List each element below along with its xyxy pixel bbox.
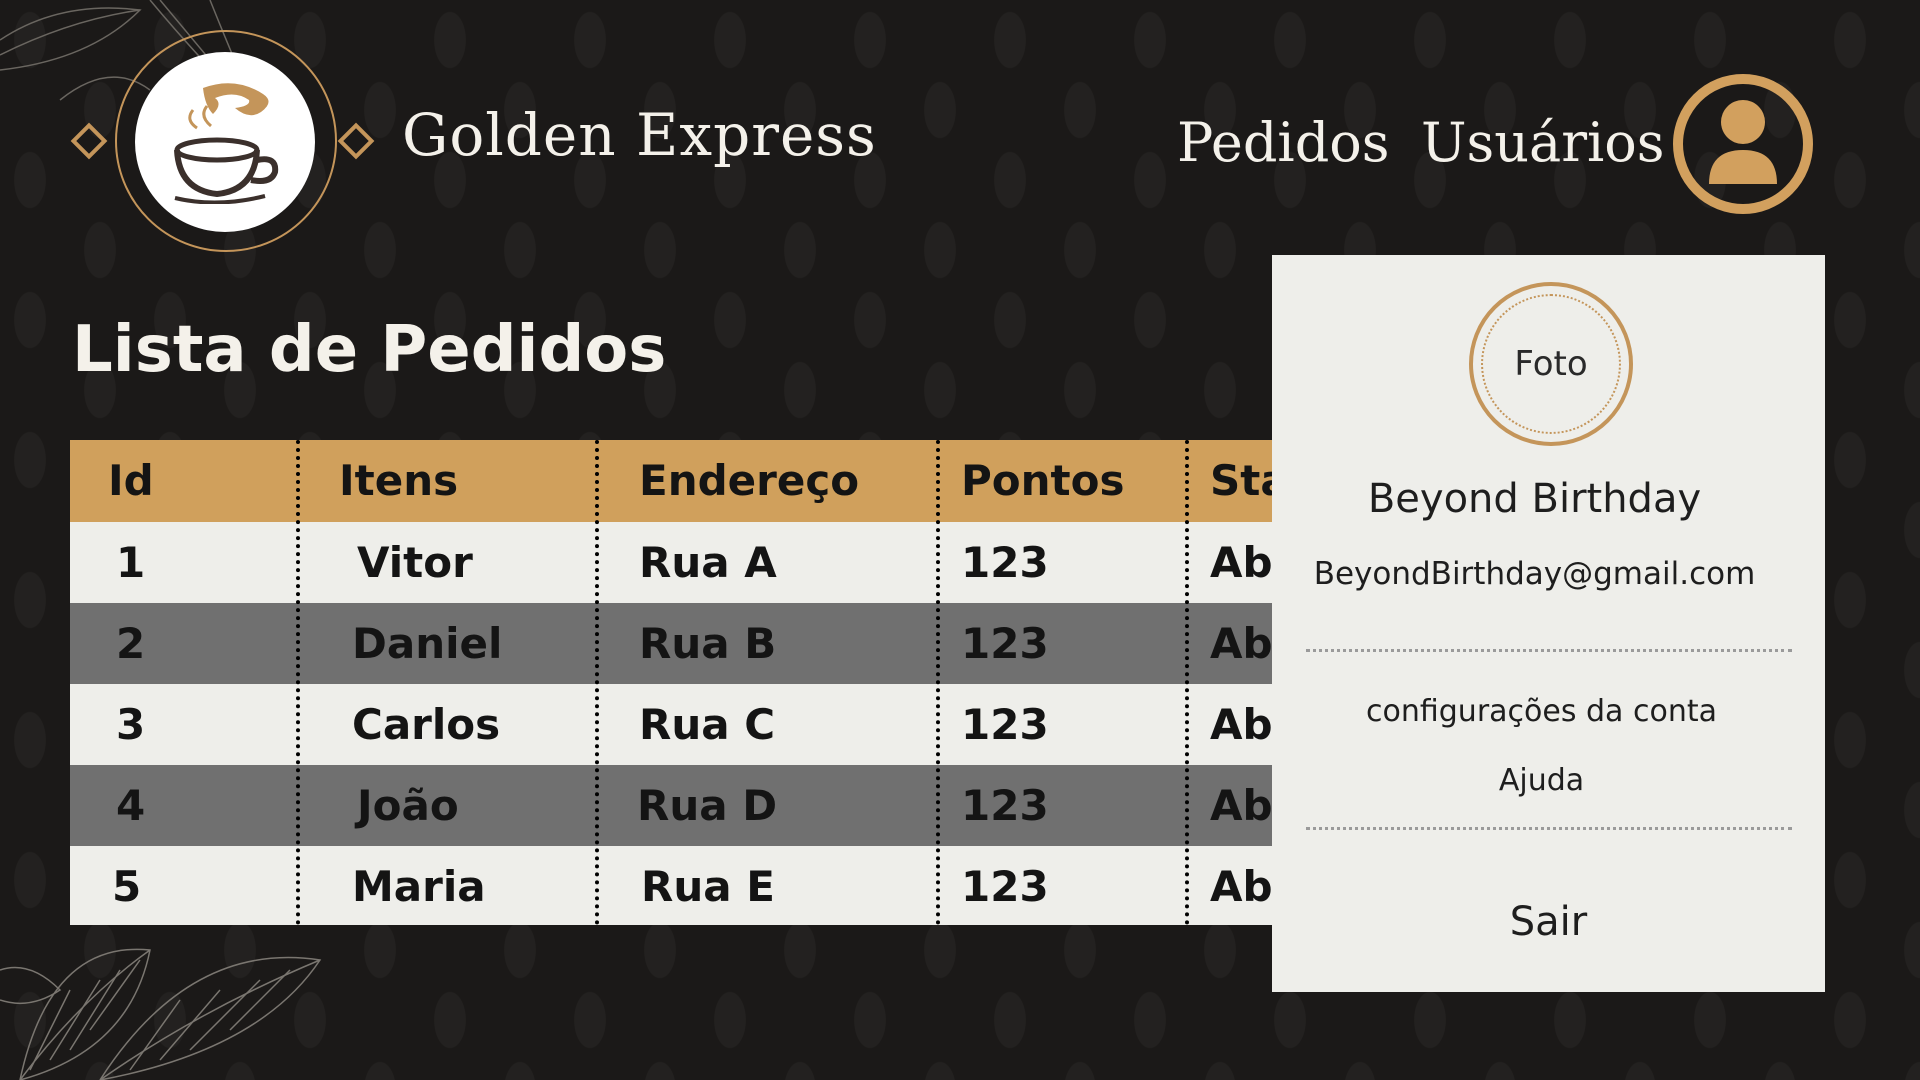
cell-id: 2	[116, 619, 146, 668]
column-divider	[296, 440, 300, 925]
cell-pontos: 123	[961, 700, 1049, 749]
menu-item-account-settings[interactable]: configurações da conta	[1265, 691, 1818, 733]
cell-endereco: Rua C	[639, 700, 776, 749]
logo[interactable]	[135, 52, 315, 232]
cell-pontos: 123	[961, 619, 1049, 668]
column-divider	[1185, 440, 1189, 925]
cell-id: 3	[116, 700, 146, 749]
user-avatar-button[interactable]	[1673, 74, 1813, 214]
user-name: Beyond Birthday	[1367, 476, 1702, 522]
column-divider	[595, 440, 599, 925]
user-email: BeyondBirthday@gmail.com	[1313, 556, 1756, 592]
cell-endereco: Rua A	[639, 538, 777, 587]
cell-status: Ab	[1210, 700, 1272, 749]
nav-pedidos[interactable]: Pedidos	[1177, 108, 1390, 178]
logout-button[interactable]: Sair	[1272, 895, 1825, 949]
table-row[interactable]: 5 Maria Rua E 123 Ab	[70, 846, 1272, 925]
leaf-decoration-bottom	[0, 948, 322, 1080]
cell-itens: Vitor	[357, 538, 473, 587]
logo-diamond-left	[70, 122, 108, 160]
cell-itens: Carlos	[352, 700, 501, 749]
table-row[interactable]: 1 Vitor Rua A 123 Ab	[70, 522, 1272, 603]
menu-divider	[1306, 827, 1792, 830]
logo-diamond-right	[337, 122, 375, 160]
brand-name: Golden Express	[402, 101, 877, 169]
cell-status: Ab	[1210, 781, 1272, 830]
column-header-id[interactable]: Id	[108, 440, 154, 522]
table-header: Id Itens Endereço Pontos Sta	[70, 440, 1272, 522]
nav-usuarios[interactable]: Usuários	[1421, 108, 1665, 178]
profile-photo-label: Foto	[1514, 344, 1588, 384]
column-header-endereco[interactable]: Endereço	[639, 440, 859, 522]
cell-id: 1	[116, 538, 146, 587]
cell-endereco: Rua D	[637, 781, 778, 830]
user-icon	[1709, 100, 1777, 184]
cell-pontos: 123	[961, 781, 1049, 830]
column-divider	[936, 440, 940, 925]
cell-id: 4	[116, 781, 146, 830]
cell-endereco: Rua E	[641, 862, 775, 911]
table-row[interactable]: 3 Carlos Rua C 123 Ab	[70, 684, 1272, 765]
page-title: Lista de Pedidos	[72, 313, 667, 387]
table-row[interactable]: 2 Daniel Rua B 123 Ab	[70, 603, 1272, 684]
cell-status: Ab	[1210, 619, 1272, 668]
cell-status: Ab	[1210, 862, 1272, 911]
cell-endereco: Rua B	[639, 619, 777, 668]
orders-table: Id Itens Endereço Pontos Sta 1 Vitor Rua…	[70, 440, 1272, 925]
table-row[interactable]: 4 João Rua D 123 Ab	[70, 765, 1272, 846]
column-header-pontos[interactable]: Pontos	[961, 440, 1124, 522]
cell-itens: Daniel	[352, 619, 503, 668]
menu-item-help[interactable]: Ajuda	[1265, 760, 1818, 802]
user-dropdown-menu: Foto Beyond Birthday BeyondBirthday@gmai…	[1272, 255, 1825, 992]
cell-id: 5	[112, 862, 142, 911]
column-header-itens[interactable]: Itens	[339, 440, 458, 522]
coffee-cup-icon	[174, 83, 279, 204]
menu-divider	[1306, 649, 1792, 652]
profile-photo[interactable]: Foto	[1469, 282, 1633, 446]
cell-pontos: 123	[961, 862, 1049, 911]
cell-pontos: 123	[961, 538, 1049, 587]
cell-itens: João	[357, 781, 459, 830]
cell-itens: Maria	[352, 862, 486, 911]
